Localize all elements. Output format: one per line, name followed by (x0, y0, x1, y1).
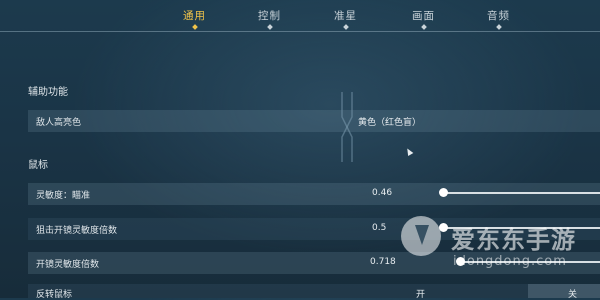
enemy-highlight-dropdown[interactable]: 黄色（红色盲） (358, 115, 421, 128)
watermark-logo-icon (401, 216, 441, 256)
tab-active-indicator-icon (191, 24, 198, 30)
invert-mouse-label: 反转鼠标 (36, 290, 73, 300)
watermark-brand: 爱东东手游 (451, 226, 576, 254)
tab-controls-label: 控制 (258, 10, 281, 22)
scope-multiplier-value: 0.718 (370, 257, 396, 267)
tab-audio-label: 音频 (487, 10, 510, 22)
mouse-cursor-icon (404, 146, 414, 157)
tab-controls[interactable]: 控制 (258, 8, 281, 30)
sniper-scope-multiplier-label: 狙击开镜灵敏度倍数 (36, 226, 118, 236)
aim-sensitivity-slider-handle[interactable] (439, 188, 448, 197)
aim-sensitivity-value: 0.46 (372, 188, 393, 198)
tab-indicator-icon (342, 24, 349, 30)
tab-divider (0, 31, 600, 32)
settings-tab-bar: 通用 控制 准星 画面 音频 (0, 0, 600, 30)
setting-row-enemy-highlight[interactable]: 敌人高亮色 黄色（红色盲） (28, 110, 600, 132)
enemy-highlight-label: 敌人高亮色 (36, 118, 82, 128)
watermark-domain: idongdong.com (453, 254, 567, 269)
tab-general-label: 通用 (183, 10, 206, 22)
tab-crosshair-label: 准星 (334, 10, 357, 22)
tab-audio[interactable]: 音频 (487, 8, 510, 30)
setting-row-aim-sensitivity[interactable]: 灵敏度：瞄准 0.46 (28, 183, 600, 205)
tab-indicator-icon (266, 24, 273, 30)
section-title-accessibility: 辅助功能 (28, 87, 68, 98)
sniper-scope-multiplier-value: 0.5 (372, 223, 387, 233)
tab-general[interactable]: 通用 (183, 8, 206, 30)
tab-crosshair[interactable]: 准星 (334, 8, 357, 30)
tab-video[interactable]: 画面 (412, 8, 435, 30)
aim-sensitivity-label: 灵敏度：瞄准 (36, 191, 91, 201)
section-title-mouse: 鼠标 (28, 160, 48, 171)
scope-multiplier-label: 开镜灵敏度倍数 (36, 260, 100, 270)
site-watermark: 爱东东手游 idongdong.com (393, 210, 598, 295)
tab-indicator-icon (420, 24, 427, 30)
aim-sensitivity-slider[interactable] (441, 192, 600, 194)
tab-indicator-icon (495, 24, 502, 30)
tab-video-label: 画面 (412, 10, 435, 22)
